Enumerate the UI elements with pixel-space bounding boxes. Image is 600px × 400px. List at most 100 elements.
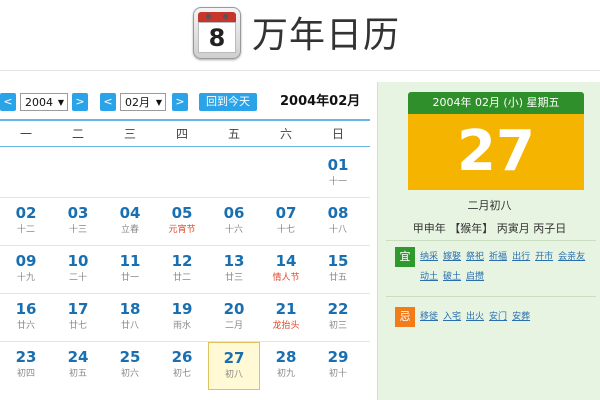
weekday-label: 日 xyxy=(331,127,344,141)
calendar-day[interactable]: 12 廿二 xyxy=(156,246,208,294)
day-number: 12 xyxy=(171,252,193,270)
calendar-day[interactable]: 29 初十 xyxy=(312,342,364,390)
day-number: 03 xyxy=(67,204,89,222)
lunar-label: 初七 xyxy=(172,369,191,379)
day-number: 28 xyxy=(275,348,297,366)
calendar-day-selected[interactable]: 27 初八 xyxy=(208,342,260,390)
day-number: 17 xyxy=(67,300,89,318)
lunar-label: 初五 xyxy=(68,369,87,379)
weekday-label: 三 xyxy=(123,127,136,141)
activity-link[interactable]: 破土 xyxy=(443,272,461,282)
calendar-day[interactable]: 02 十二 xyxy=(0,198,52,246)
activity-link[interactable]: 移徙 xyxy=(420,312,438,322)
lunar-label: 雨水 xyxy=(172,321,191,331)
next-year-button[interactable]: > xyxy=(72,93,88,111)
lunar-label: 初八 xyxy=(224,370,243,380)
day-number: 19 xyxy=(171,300,193,318)
calendar-day[interactable]: 01 十一 xyxy=(312,150,364,198)
prev-year-button[interactable]: < xyxy=(0,93,16,111)
day-number: 09 xyxy=(15,252,37,270)
calendar-day[interactable]: 13 廿三 xyxy=(208,246,260,294)
day-number: 22 xyxy=(327,300,349,318)
toolbar-divider xyxy=(0,119,370,121)
year-select[interactable]: 2004 ▼ xyxy=(20,93,68,111)
weekday-header: 一二三四五六日 xyxy=(0,122,370,146)
app-title: 万年日历 xyxy=(252,15,401,56)
activity-link[interactable]: 祭祀 xyxy=(466,252,484,262)
calendar-day[interactable]: 11 廿一 xyxy=(104,246,156,294)
calendar-day[interactable]: 03 十三 xyxy=(52,198,104,246)
calendar-day[interactable]: 28 初九 xyxy=(260,342,312,390)
activity-link[interactable]: 入宅 xyxy=(443,312,461,322)
calendar-day[interactable]: 10 二十 xyxy=(52,246,104,294)
activity-link[interactable]: 出行 xyxy=(512,252,530,262)
lunar-label: 廿一 xyxy=(120,273,139,283)
day-number: 05 xyxy=(171,204,193,222)
calendar-day[interactable]: 24 初五 xyxy=(52,342,104,390)
year-select-value: 2004 xyxy=(25,96,53,109)
calendar-day[interactable]: 07 十七 xyxy=(260,198,312,246)
calendar-day[interactable]: 14 情人节 xyxy=(260,246,312,294)
calendar-day[interactable]: 09 十九 xyxy=(0,246,52,294)
yi-badge: 宜 xyxy=(395,247,415,267)
lunar-label: 立春 xyxy=(120,225,139,235)
calendar-icon: 8 xyxy=(193,7,241,59)
lunar-label: 十七 xyxy=(276,225,295,235)
calendar-panel: < 2004 ▼ > < 02月 ▼ > 回到今天 2004年02月 一二三四五… xyxy=(0,82,376,400)
day-number: 27 xyxy=(223,349,245,367)
lunar-label: 廿八 xyxy=(120,321,139,331)
calendar-day[interactable]: 04 立春 xyxy=(104,198,156,246)
calendar-day[interactable]: 16 廿六 xyxy=(0,294,52,342)
activity-link[interactable]: 动土 xyxy=(420,272,438,282)
activity-link[interactable]: 安门 xyxy=(489,312,507,322)
activity-link[interactable]: 安葬 xyxy=(512,312,530,322)
current-month-title: 2004年02月 xyxy=(280,94,361,109)
calendar-day[interactable]: 05 元宵节 xyxy=(156,198,208,246)
calendar-day[interactable]: 17 廿七 xyxy=(52,294,104,342)
month-select[interactable]: 02月 ▼ xyxy=(120,93,166,111)
day-number: 04 xyxy=(119,204,141,222)
day-number: 01 xyxy=(327,156,349,174)
calendar-toolbar: < 2004 ▼ > < 02月 ▼ > 回到今天 2004年02月 xyxy=(0,92,376,114)
activity-link[interactable]: 出火 xyxy=(466,312,484,322)
lunar-label: 情人节 xyxy=(272,273,300,283)
calendar-day[interactable]: 26 初七 xyxy=(156,342,208,390)
activity-link[interactable]: 嫁娶 xyxy=(443,252,461,262)
calendar-grid: 01 十一 02 十二 03 十三 04 立春 05 元宵节 06 十六 07 十七 08 十八 09 十九 10 二… xyxy=(0,149,370,394)
calendar-day[interactable]: 20 二月 xyxy=(208,294,260,342)
prev-month-button[interactable]: < xyxy=(100,93,116,111)
day-number: 06 xyxy=(223,204,245,222)
app-header: 8 万年日历 xyxy=(0,0,600,70)
back-to-today-button[interactable]: 回到今天 xyxy=(199,93,257,111)
calendar-day[interactable]: 25 初六 xyxy=(104,342,156,390)
day-number: 11 xyxy=(119,252,141,270)
detail-ganzhi: 甲申年 【猴年】 丙寅月 丙子日 xyxy=(412,222,567,235)
detail-big-day: 27 xyxy=(408,114,584,190)
calendar-day[interactable]: 22 初三 xyxy=(312,294,364,342)
header-divider xyxy=(0,70,600,71)
activity-link[interactable]: 开市 xyxy=(535,252,553,262)
calendar-day[interactable]: 08 十八 xyxy=(312,198,364,246)
lunar-label: 十八 xyxy=(328,225,347,235)
calendar-day[interactable]: 06 十六 xyxy=(208,198,260,246)
calendar-day[interactable]: 15 廿五 xyxy=(312,246,364,294)
calendar-day[interactable]: 19 雨水 xyxy=(156,294,208,342)
lunar-label: 元宵节 xyxy=(168,225,196,235)
lunar-label: 廿三 xyxy=(224,273,243,283)
lunar-label: 廿六 xyxy=(16,321,35,331)
activity-link[interactable]: 会亲友 xyxy=(558,252,585,262)
dropdown-arrow-icon: ▼ xyxy=(57,98,64,107)
weekday-label: 一 xyxy=(19,127,32,141)
activity-link[interactable]: 祈福 xyxy=(489,252,507,262)
activity-link[interactable]: 纳采 xyxy=(420,252,438,262)
calendar-day[interactable]: 21 龙抬头 xyxy=(260,294,312,342)
activity-link[interactable]: 启攒 xyxy=(466,272,484,282)
calendar-day[interactable]: 18 廿八 xyxy=(104,294,156,342)
day-number: 20 xyxy=(223,300,245,318)
ji-badge: 忌 xyxy=(395,307,415,327)
calendar-day[interactable]: 23 初四 xyxy=(0,342,52,390)
day-number: 10 xyxy=(67,252,89,270)
day-number: 02 xyxy=(15,204,37,222)
lunar-label: 十六 xyxy=(224,225,243,235)
next-month-button[interactable]: > xyxy=(172,93,188,111)
